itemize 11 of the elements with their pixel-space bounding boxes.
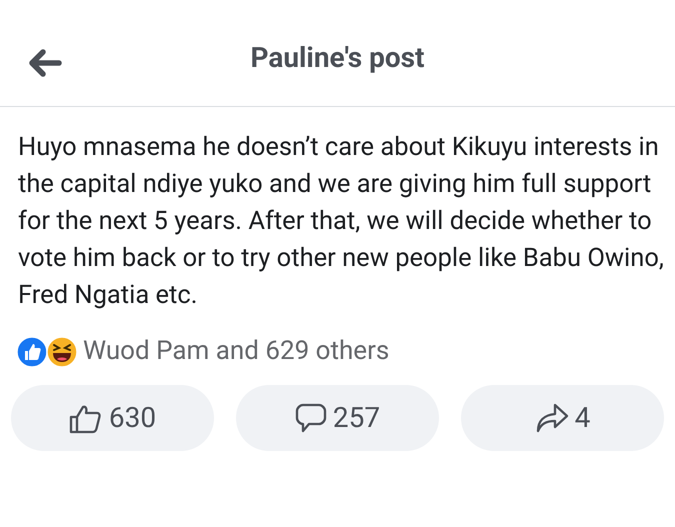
- like-reaction-icon: [16, 336, 48, 368]
- like-button[interactable]: 630: [11, 385, 214, 451]
- back-arrow-icon[interactable]: [28, 49, 62, 77]
- speech-bubble-icon: [294, 402, 327, 434]
- post-text: Huyo mnasema he doesn’t care about Kikuyu interests in the capital ndiye yuko and we are giving him full support for the next 5 years. After that, we will decide whether to vote him back or to try other new people like Babu Owino, Fred Ngatia etc.: [18, 131, 665, 312]
- page-title: Pauline's post: [250, 40, 425, 76]
- share-arrow-icon: [534, 402, 569, 434]
- laughing-emoji-icon: [46, 336, 78, 368]
- reaction-summary[interactable]: Wuod Pam and 629 others: [83, 332, 390, 371]
- comment-button[interactable]: 257: [236, 385, 439, 451]
- share-button[interactable]: 4: [461, 385, 664, 451]
